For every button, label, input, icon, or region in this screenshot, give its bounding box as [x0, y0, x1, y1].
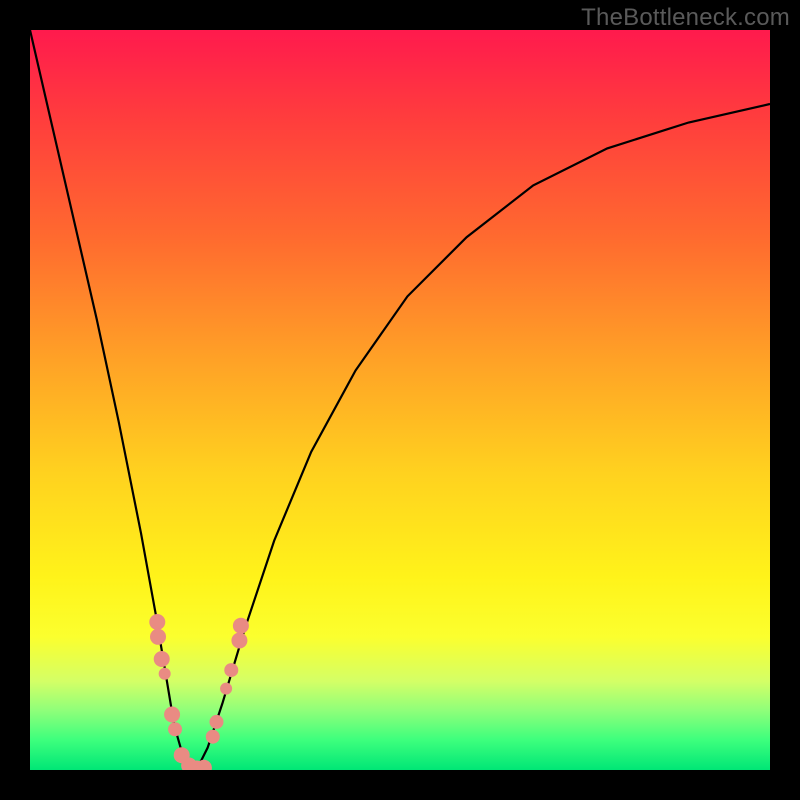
chart-frame: TheBottleneck.com [0, 0, 800, 800]
marker-dot [159, 668, 171, 680]
marker-dot [233, 618, 249, 634]
watermark-text: TheBottleneck.com [581, 4, 790, 32]
marker-dot [231, 633, 247, 649]
marker-dot [206, 730, 220, 744]
marker-dot [209, 715, 223, 729]
marker-dot [220, 683, 232, 695]
marker-dot [149, 614, 165, 630]
curve-right [197, 104, 771, 770]
chart-canvas [30, 30, 770, 770]
curve-left [30, 30, 197, 770]
marker-dot [154, 651, 170, 667]
marker-cluster [149, 614, 249, 770]
marker-dot [224, 663, 238, 677]
chart-plot-area [30, 30, 770, 770]
marker-dot [150, 629, 166, 645]
marker-dot [164, 707, 180, 723]
marker-dot [168, 722, 182, 736]
